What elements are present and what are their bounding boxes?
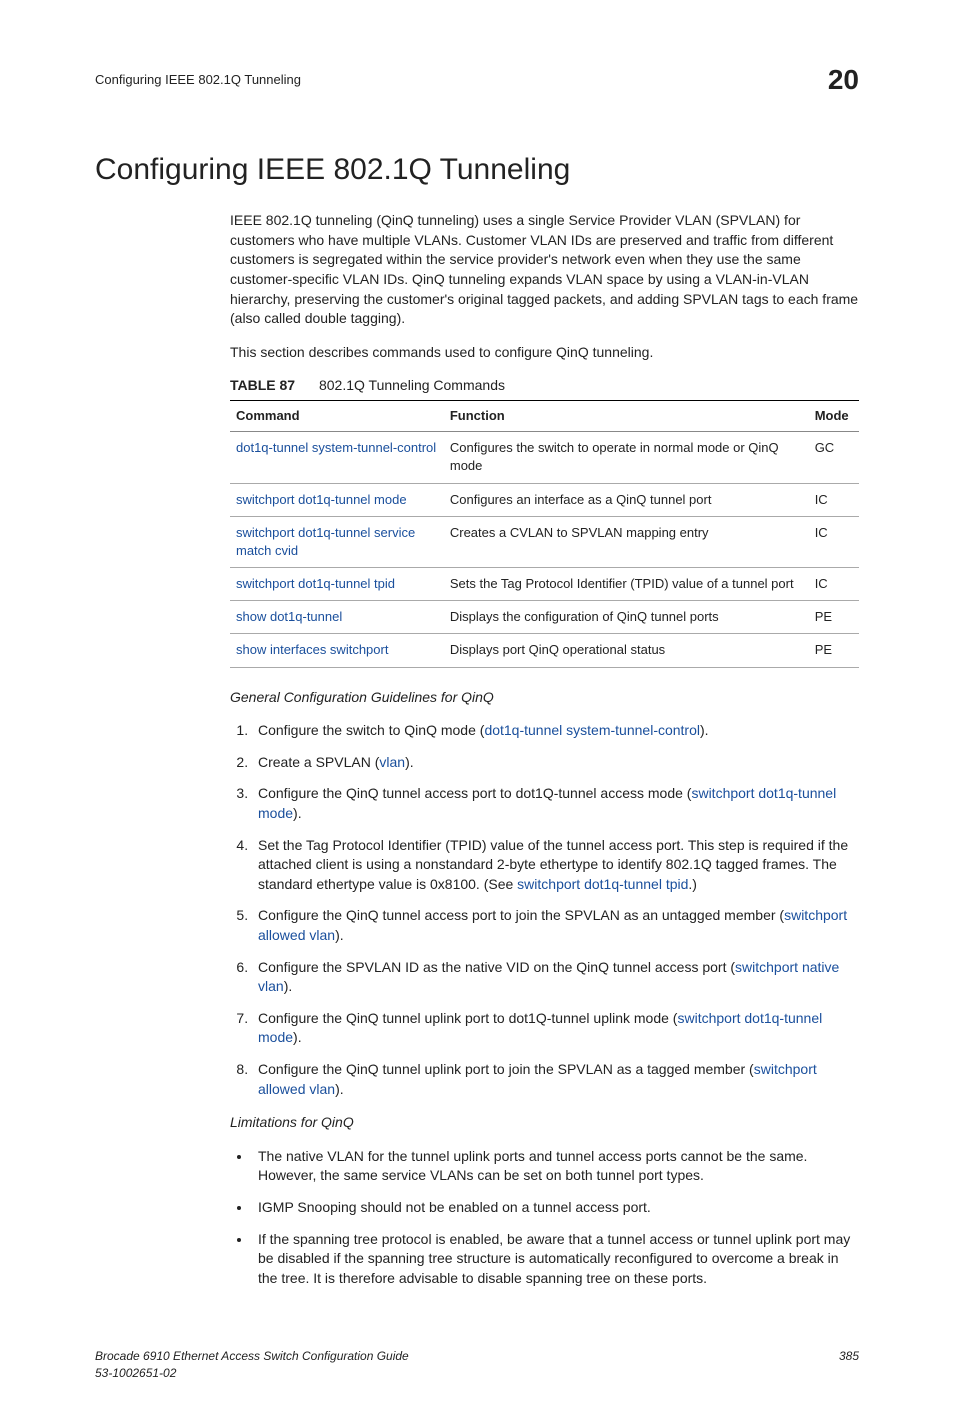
mode-cell: PE xyxy=(809,634,859,667)
function-cell: Sets the Tag Protocol Identifier (TPID) … xyxy=(444,568,809,601)
page-number: 385 xyxy=(839,1348,859,1382)
intro-paragraph-2: This section describes commands used to … xyxy=(230,343,859,363)
step-link[interactable]: dot1q-tunnel system-tunnel-control xyxy=(484,722,700,738)
step-text-tail: ). xyxy=(335,927,344,943)
step-text: Configure the QinQ tunnel uplink port to… xyxy=(258,1010,677,1026)
command-link[interactable]: show interfaces switchport xyxy=(230,634,444,667)
steps-list: Configure the switch to QinQ mode (dot1q… xyxy=(230,721,859,1099)
step-text-tail: .) xyxy=(688,876,697,892)
step-text: Create a SPVLAN ( xyxy=(258,754,379,770)
command-link[interactable]: dot1q-tunnel system-tunnel-control xyxy=(230,432,444,483)
list-item: Configure the switch to QinQ mode (dot1q… xyxy=(252,721,859,741)
table-row: switchport dot1q-tunnel modeConfigures a… xyxy=(230,483,859,516)
function-cell: Displays port QinQ operational status xyxy=(444,634,809,667)
step-text-tail: ). xyxy=(293,805,302,821)
chapter-number: 20 xyxy=(828,60,859,99)
step-text: Configure the SPVLAN ID as the native VI… xyxy=(258,959,735,975)
col-command: Command xyxy=(230,400,444,431)
step-text-tail: ). xyxy=(335,1081,344,1097)
command-link[interactable]: show dot1q-tunnel xyxy=(230,601,444,634)
commands-table: Command Function Mode dot1q-tunnel syste… xyxy=(230,400,859,668)
limitations-list: The native VLAN for the tunnel uplink po… xyxy=(230,1147,859,1289)
command-link[interactable]: switchport dot1q-tunnel mode xyxy=(230,483,444,516)
guidelines-heading: General Configuration Guidelines for Qin… xyxy=(230,688,859,708)
mode-cell: GC xyxy=(809,432,859,483)
step-text: Configure the switch to QinQ mode ( xyxy=(258,722,484,738)
step-text: Configure the QinQ tunnel uplink port to… xyxy=(258,1061,754,1077)
step-text-tail: ). xyxy=(284,978,293,994)
step-text: Configure the QinQ tunnel access port to… xyxy=(258,785,691,801)
mode-cell: IC xyxy=(809,568,859,601)
footer-doc-number: 53-1002651-02 xyxy=(95,1365,409,1382)
table-row: show dot1q-tunnelDisplays the configurat… xyxy=(230,601,859,634)
footer-doc-title: Brocade 6910 Ethernet Access Switch Conf… xyxy=(95,1348,409,1365)
limitations-heading: Limitations for QinQ xyxy=(230,1113,859,1133)
table-caption: TABLE 87 802.1Q Tunneling Commands xyxy=(230,376,859,396)
list-item: Configure the QinQ tunnel uplink port to… xyxy=(252,1009,859,1048)
step-text-tail: ). xyxy=(405,754,414,770)
mode-cell: IC xyxy=(809,516,859,567)
table-row: dot1q-tunnel system-tunnel-controlConfig… xyxy=(230,432,859,483)
page-footer: Brocade 6910 Ethernet Access Switch Conf… xyxy=(95,1348,859,1382)
step-link[interactable]: switchport dot1q-tunnel tpid xyxy=(517,876,688,892)
list-item: Set the Tag Protocol Identifier (TPID) v… xyxy=(252,836,859,895)
running-title: Configuring IEEE 802.1Q Tunneling xyxy=(95,71,301,89)
function-cell: Displays the configuration of QinQ tunne… xyxy=(444,601,809,634)
step-link[interactable]: vlan xyxy=(379,754,405,770)
list-item: Configure the QinQ tunnel access port to… xyxy=(252,784,859,823)
col-function: Function xyxy=(444,400,809,431)
step-text: Configure the QinQ tunnel access port to… xyxy=(258,907,784,923)
function-cell: Configures an interface as a QinQ tunnel… xyxy=(444,483,809,516)
step-text-tail: ). xyxy=(293,1029,302,1045)
table-row: switchport dot1q-tunnel service match cv… xyxy=(230,516,859,567)
list-item: Configure the SPVLAN ID as the native VI… xyxy=(252,958,859,997)
list-item: The native VLAN for the tunnel uplink po… xyxy=(252,1147,859,1186)
mode-cell: IC xyxy=(809,483,859,516)
list-item: Configure the QinQ tunnel access port to… xyxy=(252,906,859,945)
function-cell: Configures the switch to operate in norm… xyxy=(444,432,809,483)
mode-cell: PE xyxy=(809,601,859,634)
table-row: switchport dot1q-tunnel tpidSets the Tag… xyxy=(230,568,859,601)
command-link[interactable]: switchport dot1q-tunnel service match cv… xyxy=(230,516,444,567)
col-mode: Mode xyxy=(809,400,859,431)
list-item: If the spanning tree protocol is enabled… xyxy=(252,1230,859,1289)
table-label: TABLE 87 xyxy=(230,377,295,393)
list-item: Configure the QinQ tunnel uplink port to… xyxy=(252,1060,859,1099)
function-cell: Creates a CVLAN to SPVLAN mapping entry xyxy=(444,516,809,567)
step-text-tail: ). xyxy=(700,722,709,738)
table-caption-text: 802.1Q Tunneling Commands xyxy=(319,377,505,393)
page-title: Configuring IEEE 802.1Q Tunneling xyxy=(95,149,859,191)
list-item: Create a SPVLAN (vlan). xyxy=(252,753,859,773)
intro-paragraph-1: IEEE 802.1Q tunneling (QinQ tunneling) u… xyxy=(230,211,859,329)
table-row: show interfaces switchportDisplays port … xyxy=(230,634,859,667)
command-link[interactable]: switchport dot1q-tunnel tpid xyxy=(230,568,444,601)
list-item: IGMP Snooping should not be enabled on a… xyxy=(252,1198,859,1218)
page-header: Configuring IEEE 802.1Q Tunneling 20 xyxy=(95,60,859,99)
